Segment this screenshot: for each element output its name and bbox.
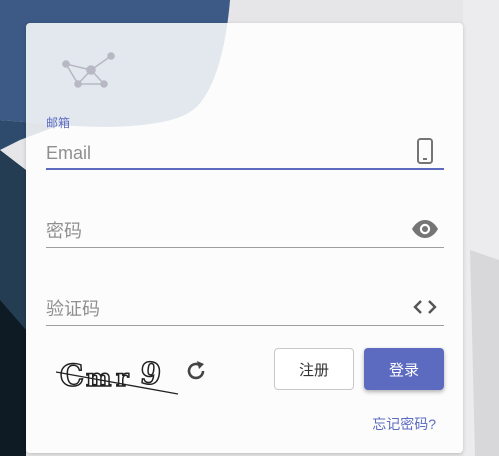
eye-icon[interactable] [410, 214, 440, 244]
smartphone-icon[interactable] [410, 136, 440, 166]
password-underline [46, 247, 444, 248]
captcha-image[interactable]: C m r 9 [54, 350, 180, 396]
captcha-input[interactable] [46, 299, 386, 320]
password-field [46, 203, 444, 248]
login-card: 邮箱 Email 验证码 C m r 9 注册 登录 忘记密码? [26, 23, 463, 453]
svg-text:r: r [116, 363, 129, 392]
login-button[interactable]: 登录 [364, 348, 444, 390]
email-field: 邮箱 [46, 114, 444, 170]
captcha-underline [46, 325, 444, 326]
forgot-password-link[interactable]: 忘记密码? [372, 414, 436, 434]
logo-icon [62, 52, 115, 88]
email-underline [46, 168, 444, 170]
email-input[interactable] [46, 143, 386, 164]
email-label: 邮箱 [46, 116, 71, 130]
code-brackets-icon[interactable] [410, 292, 440, 322]
captcha-field [46, 281, 444, 326]
password-input[interactable] [46, 221, 386, 242]
register-button[interactable]: 注册 [274, 348, 354, 390]
refresh-icon[interactable] [184, 359, 208, 383]
